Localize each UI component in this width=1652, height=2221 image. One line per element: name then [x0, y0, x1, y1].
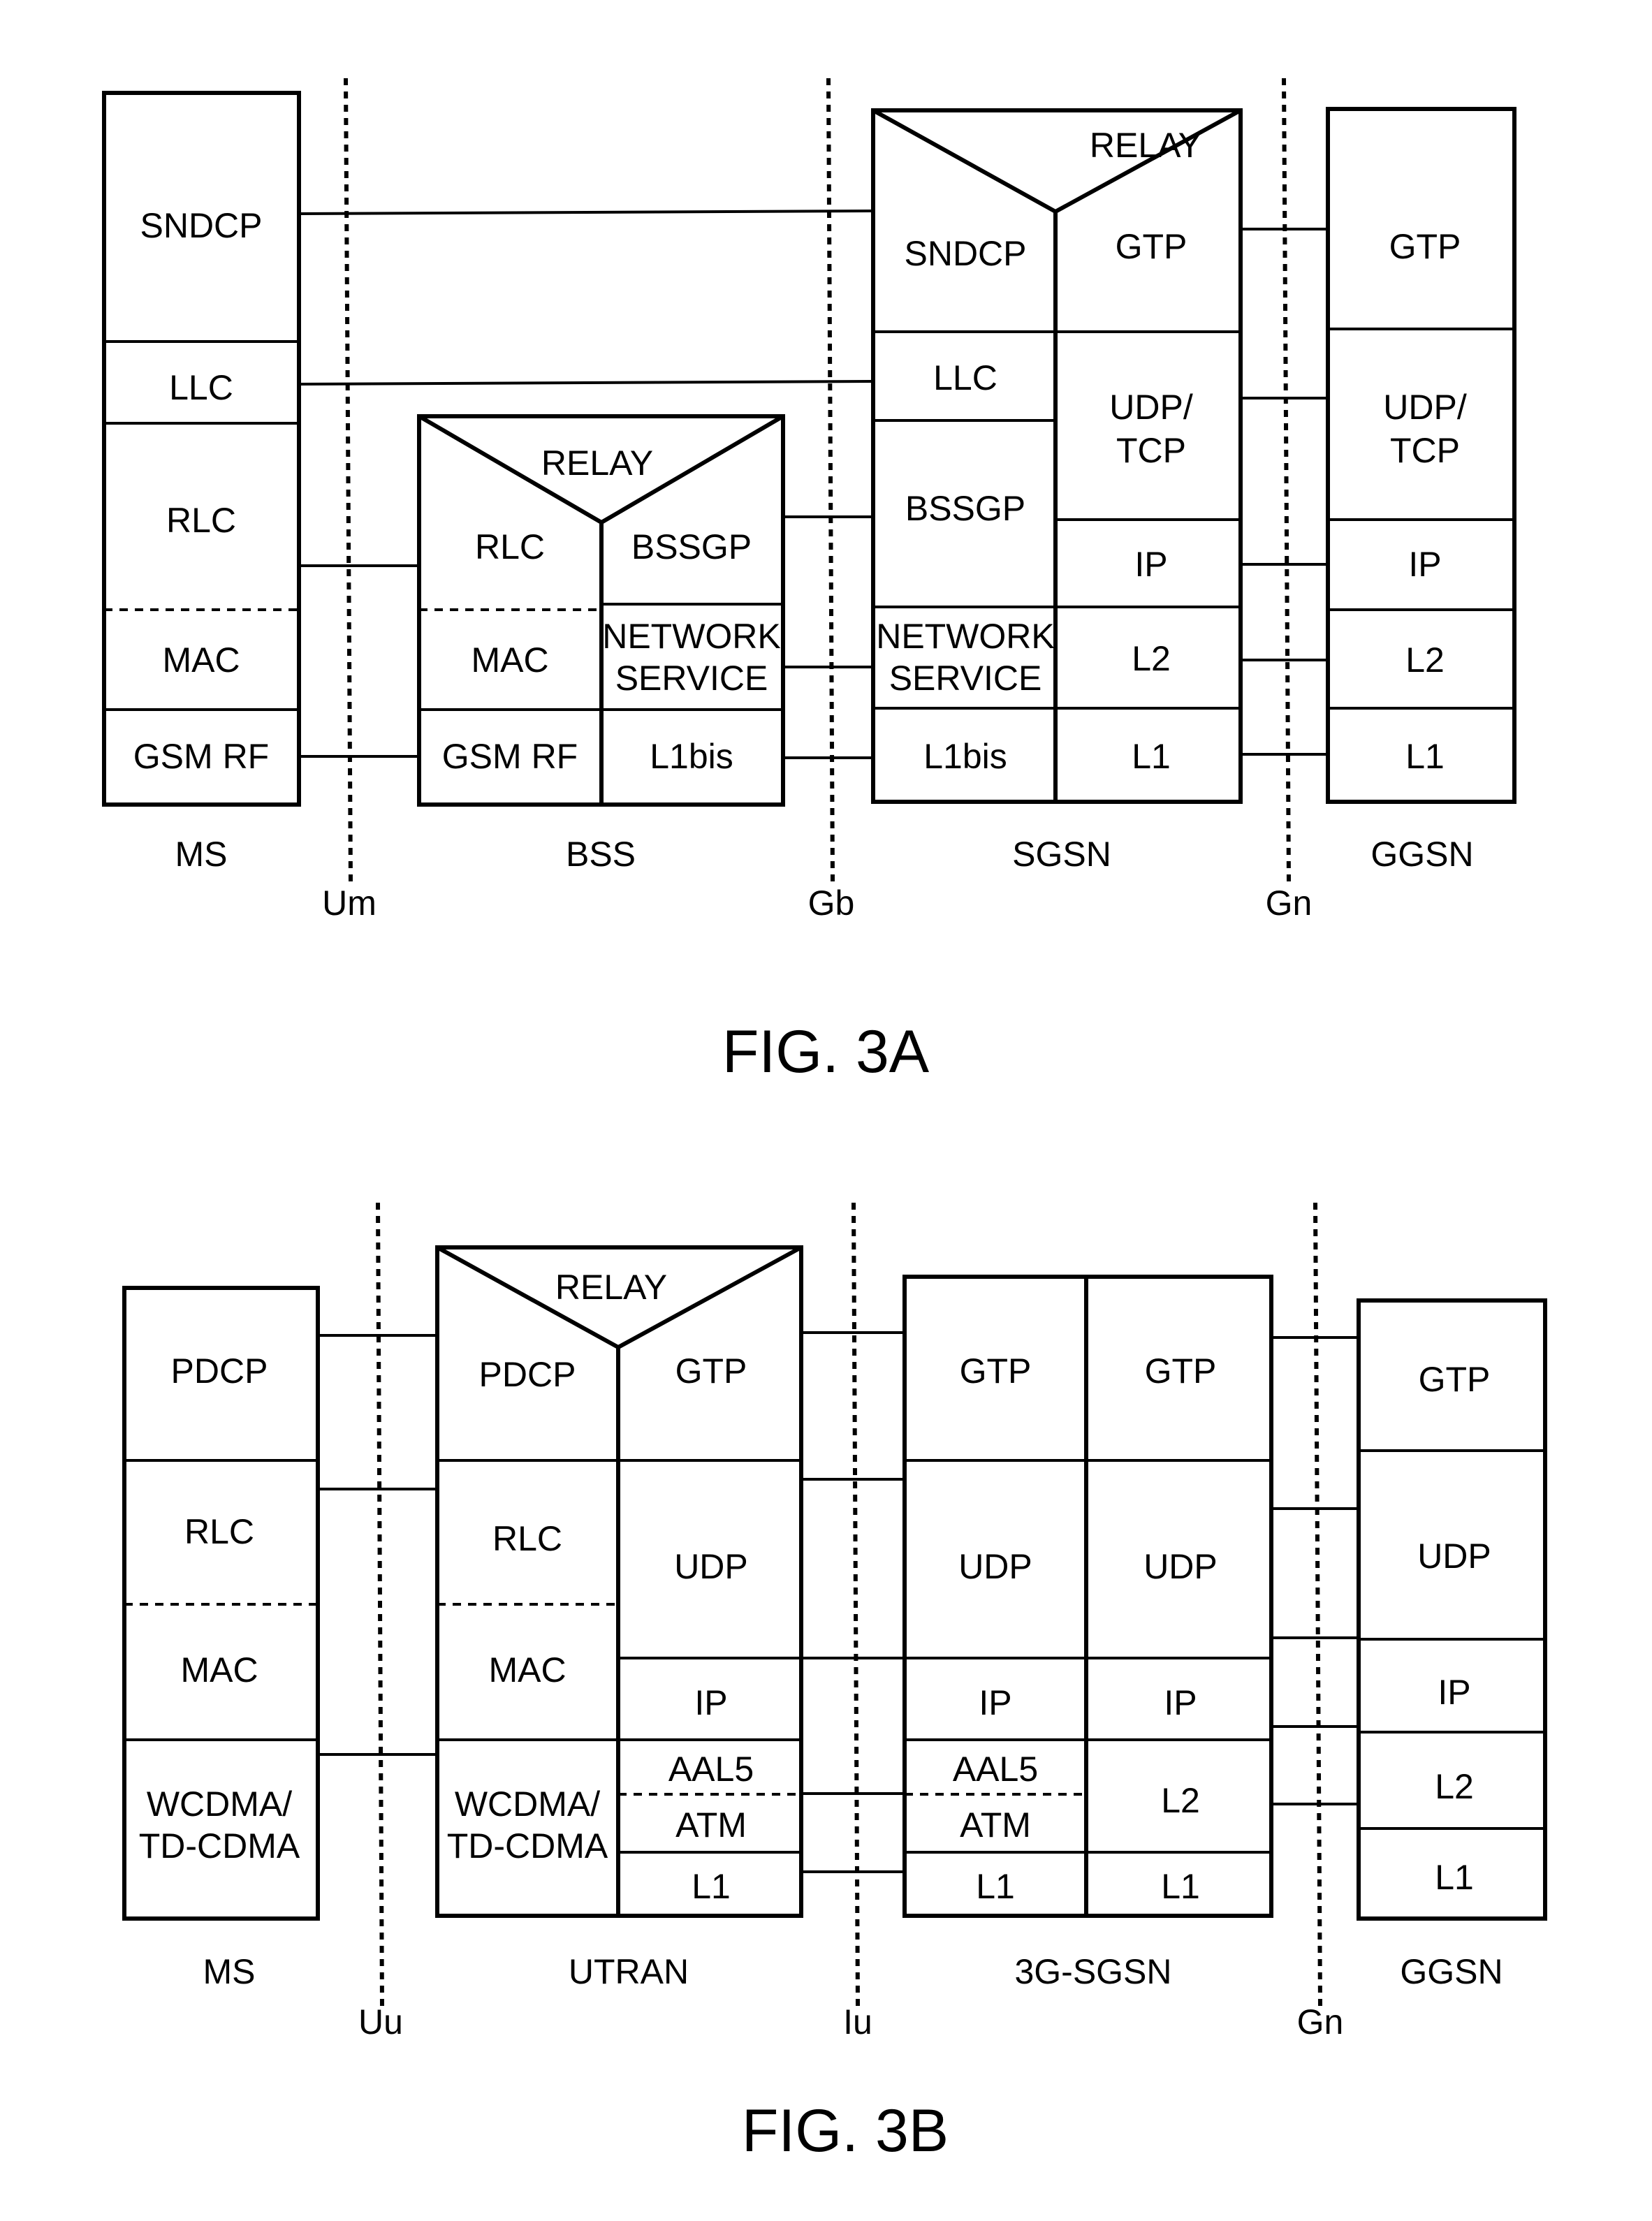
layer-network-service-2: SERVICE	[889, 659, 1042, 698]
layer-pdcp: PDCP	[479, 1355, 576, 1394]
figure-caption-3a: FIG. 3A	[722, 1018, 930, 1085]
iu-label: Iu	[843, 2002, 872, 2042]
layer-udp-tcp: UDP/	[1383, 388, 1467, 427]
sgsn-stack: RELAY SNDCP LLC BSSGP NETWORK SERVICE L1…	[871, 108, 1243, 874]
layer-rlc: RLC	[492, 1519, 562, 1558]
um-label: Um	[322, 884, 377, 923]
relay-label: RELAY	[541, 444, 653, 483]
layer-gtp: GTP	[1419, 1360, 1491, 1399]
node-label-utran: UTRAN	[569, 1952, 689, 1991]
layer-udp-tcp: UDP/	[1109, 388, 1193, 427]
layer-network-service: NETWORK	[876, 617, 1055, 656]
relay-label: RELAY	[555, 1268, 667, 1307]
layer-udp: UDP	[674, 1547, 748, 1586]
layer-llc: LLC	[169, 368, 233, 407]
layer-network-service-2: SERVICE	[615, 659, 768, 698]
protocol-stack-diagrams: Um Gb Gn SNDCP LLC RLC MAC GSM RF MS REL…	[102, 78, 1547, 2164]
gn-interface-line	[1313, 1202, 1322, 2007]
layer-network-service: NETWORK	[602, 617, 781, 656]
uu-interface-line	[376, 1202, 384, 2007]
fig-3b: Uu Iu Gn PDCP RLC MAC WCDMA/ TD-CDMA MS …	[122, 1202, 1547, 2164]
ggsn-stack: GTP UDP/ TCP IP L2 L1 GGSN	[1326, 107, 1516, 874]
layer-udp: UDP	[958, 1547, 1032, 1586]
layer-ip: IP	[694, 1683, 727, 1722]
layer-ip: IP	[979, 1683, 1011, 1722]
layer-sndcp: SNDCP	[140, 206, 262, 245]
fig-3a: Um Gb Gn SNDCP LLC RLC MAC GSM RF MS REL…	[102, 78, 1516, 1085]
bss-stack: RELAY RLC MAC GSM RF BSSGP NETWORK SERVI…	[417, 414, 785, 874]
peer-links	[298, 210, 1328, 759]
uu-label: Uu	[358, 2002, 403, 2042]
layer-l1: L1	[692, 1867, 731, 1906]
ms-stack: SNDCP LLC RLC MAC GSM RF MS	[102, 91, 301, 874]
gn-label: Gn	[1266, 884, 1313, 923]
layer-l2: L2	[1435, 1767, 1474, 1806]
gb-label: Gb	[808, 884, 855, 923]
node-label-3g-sgsn: 3G-SGSN	[1014, 1952, 1171, 1991]
gn-label: Gn	[1297, 2002, 1344, 2042]
layer-gsm-rf: GSM RF	[133, 737, 269, 776]
layer-gsm-rf: GSM RF	[442, 737, 578, 776]
iu-interface-line	[851, 1202, 860, 2007]
layer-mac: MAC	[180, 1650, 258, 1689]
3g-sgsn-stack: GTP UDP IP AAL5 ATM L1 GTP UDP IP L2 L1 …	[902, 1275, 1273, 1991]
layer-td-cdma: TD-CDMA	[447, 1826, 608, 1866]
layer-wcdma: WCDMA/	[147, 1784, 292, 1824]
layer-gtp: GTP	[960, 1351, 1032, 1391]
layer-bssgp: BSSGP	[905, 489, 1025, 528]
layer-ip: IP	[1408, 545, 1441, 584]
layer-mac: MAC	[488, 1650, 566, 1689]
node-label-ms: MS	[203, 1952, 256, 1991]
utran-stack: RELAY PDCP RLC MAC WCDMA/ TD-CDMA GTP UD…	[435, 1245, 803, 1991]
layer-udp-tcp-2: TCP	[1390, 431, 1460, 470]
node-label-bss: BSS	[566, 835, 636, 874]
layer-mac: MAC	[162, 640, 240, 680]
layer-gtp: GTP	[1389, 227, 1461, 266]
figure-caption-3b: FIG. 3B	[742, 2097, 949, 2164]
layer-bssgp: BSSGP	[631, 527, 752, 566]
layer-l2: L2	[1161, 1781, 1200, 1820]
layer-rlc: RLC	[184, 1512, 254, 1551]
layer-l1: L1	[1161, 1867, 1200, 1906]
layer-udp: UDP	[1417, 1537, 1491, 1576]
gb-interface-line	[826, 78, 835, 882]
layer-ip: IP	[1164, 1683, 1197, 1722]
layer-rlc: RLC	[475, 527, 545, 566]
layer-l1bis: L1bis	[650, 737, 733, 776]
layer-l2: L2	[1132, 639, 1171, 678]
node-label-ms: MS	[175, 835, 228, 874]
layer-l1: L1	[1405, 737, 1445, 776]
node-label-ggsn: GGSN	[1370, 835, 1473, 874]
layer-pdcp: PDCP	[171, 1351, 268, 1391]
um-interface-line	[344, 78, 353, 882]
gn-interface-line	[1282, 78, 1291, 882]
node-label-ggsn: GGSN	[1400, 1952, 1503, 1991]
layer-ip: IP	[1134, 545, 1167, 584]
layer-ip: IP	[1438, 1673, 1470, 1712]
layer-atm: ATM	[960, 1805, 1031, 1845]
ggsn-stack: GTP UDP IP L2 L1 GGSN	[1357, 1298, 1547, 1991]
layer-td-cdma: TD-CDMA	[139, 1826, 300, 1866]
layer-l1: L1	[1132, 737, 1171, 776]
layer-l2: L2	[1405, 640, 1445, 680]
layer-atm: ATM	[675, 1805, 747, 1845]
layer-aal5: AAL5	[953, 1750, 1038, 1789]
layer-udp: UDP	[1143, 1547, 1218, 1586]
layer-l1: L1	[976, 1867, 1015, 1906]
layer-mac: MAC	[471, 640, 548, 680]
relay-label: RELAY	[1090, 126, 1201, 165]
layer-udp-tcp-2: TCP	[1116, 431, 1186, 470]
layer-rlc: RLC	[166, 501, 236, 540]
ms-stack: PDCP RLC MAC WCDMA/ TD-CDMA MS	[122, 1286, 320, 1991]
layer-gtp: GTP	[1145, 1351, 1217, 1391]
layer-l1: L1	[1435, 1858, 1474, 1897]
layer-gtp: GTP	[1116, 227, 1187, 266]
layer-wcdma: WCDMA/	[455, 1784, 600, 1824]
layer-gtp: GTP	[675, 1351, 747, 1391]
layer-sndcp: SNDCP	[904, 234, 1026, 273]
layer-aal5: AAL5	[668, 1750, 754, 1789]
layer-l1bis: L1bis	[923, 737, 1007, 776]
node-label-sgsn: SGSN	[1012, 835, 1111, 874]
layer-llc: LLC	[933, 358, 997, 397]
